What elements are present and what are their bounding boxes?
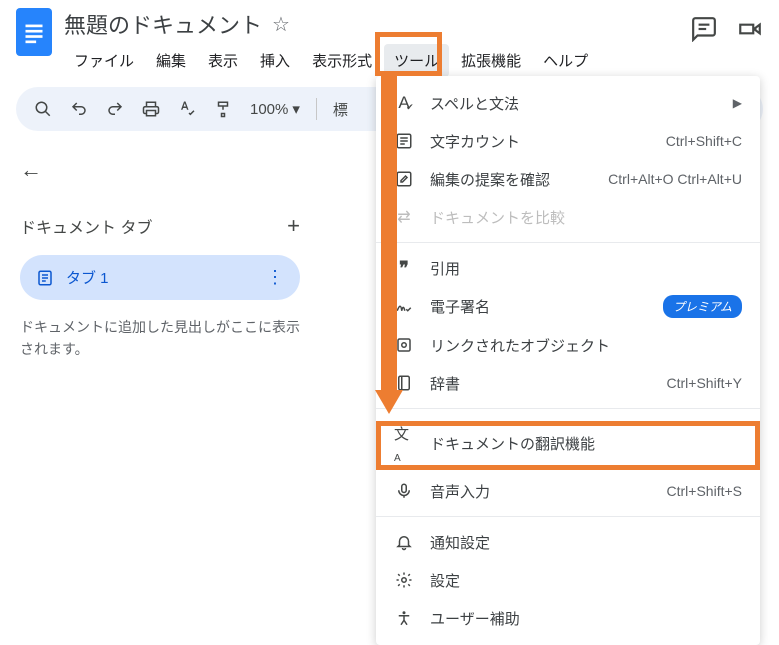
bell-icon: [394, 533, 414, 551]
tab-label: タブ 1: [66, 267, 109, 288]
header: 無題のドキュメント ☆ ファイル 編集 表示 挿入 表示形式 ツール 拡張機能 …: [0, 0, 779, 77]
A-icon: A✔: [394, 93, 414, 113]
dropdown-label: 編集の提案を確認: [430, 169, 592, 190]
paint-format-icon[interactable]: [208, 94, 238, 124]
link-icon: [394, 336, 414, 354]
search-icon[interactable]: [28, 94, 58, 124]
dropdown-item-dict[interactable]: 辞書 Ctrl+Shift+Y: [376, 364, 760, 402]
dict-icon: [394, 374, 414, 392]
tabs-header: ドキュメント タブ +: [20, 213, 300, 239]
dropdown-label: 電子署名: [430, 296, 647, 317]
premium-badge: プレミアム: [663, 295, 742, 318]
list-icon: [394, 132, 414, 150]
print-icon[interactable]: [136, 94, 166, 124]
dropdown-shortcut: Ctrl+Shift+C: [666, 133, 742, 149]
dropdown-item-bell[interactable]: 通知設定: [376, 523, 760, 561]
menu-view[interactable]: 表示: [198, 44, 248, 77]
gear-icon: [394, 571, 414, 589]
spellcheck-icon[interactable]: [172, 94, 202, 124]
dropdown-label: 引用: [430, 258, 742, 279]
tools-dropdown: A✔ スペルと文法 ▶ 文字カウント Ctrl+Shift+C 編集の提案を確認 Ctrl+…: [376, 76, 760, 645]
sidebar: ← ドキュメント タブ + タブ 1 ⋮ ドキュメントに追加した見出しがここに表…: [0, 141, 320, 377]
dropdown-item-edit[interactable]: 編集の提案を確認 Ctrl+Alt+O Ctrl+Alt+U: [376, 160, 760, 198]
dropdown-item-A[interactable]: A✔ スペルと文法 ▶: [376, 84, 760, 122]
dropdown-item-list[interactable]: 文字カウント Ctrl+Shift+C: [376, 122, 760, 160]
dropdown-item-access[interactable]: ユーザー補助: [376, 599, 760, 637]
menu-extensions[interactable]: 拡張機能: [451, 44, 531, 77]
sign-icon: [394, 298, 414, 316]
mic-icon: [394, 482, 414, 500]
dropdown-item-compare: ⇄ ドキュメントを比較: [376, 198, 760, 236]
dropdown-label: リンクされたオブジェクト: [430, 335, 742, 356]
dropdown-item-mic[interactable]: 音声入力 Ctrl+Shift+S: [376, 472, 760, 510]
add-tab-button[interactable]: +: [287, 213, 300, 239]
menu-file[interactable]: ファイル: [64, 44, 144, 77]
dropdown-item-sign[interactable]: 電子署名プレミアム: [376, 287, 760, 326]
tab-more-icon[interactable]: ⋮: [266, 267, 284, 288]
sidebar-hint: ドキュメントに追加した見出しがここに表示されます。: [20, 316, 300, 361]
zoom-select[interactable]: 100% ▾: [244, 100, 306, 118]
dropdown-separator: [376, 242, 760, 243]
chevron-down-icon: ▾: [292, 100, 300, 118]
menubar: ファイル 編集 表示 挿入 表示形式 ツール 拡張機能 ヘルプ: [64, 44, 691, 77]
translate-icon: 文A: [394, 423, 414, 464]
redo-icon[interactable]: [100, 94, 130, 124]
dropdown-label: ユーザー補助: [430, 608, 742, 629]
menu-insert[interactable]: 挿入: [250, 44, 300, 77]
dropdown-label: 辞書: [430, 373, 651, 394]
docs-logo[interactable]: [16, 8, 52, 56]
video-icon[interactable]: [737, 16, 763, 42]
dropdown-shortcut: Ctrl+Shift+Y: [667, 375, 742, 391]
access-icon: [394, 609, 414, 627]
dropdown-item-link[interactable]: リンクされたオブジェクト: [376, 326, 760, 364]
dropdown-label: 通知設定: [430, 532, 742, 553]
menu-tools[interactable]: ツール: [384, 44, 449, 77]
compare-icon: ⇄: [394, 207, 414, 227]
menu-format[interactable]: 表示形式: [302, 44, 382, 77]
dropdown-separator: [376, 408, 760, 409]
tabs-title: ドキュメント タブ: [20, 214, 152, 238]
menu-edit[interactable]: 編集: [146, 44, 196, 77]
edit-icon: [394, 170, 414, 188]
dropdown-item-quote[interactable]: ❞ 引用: [376, 249, 760, 287]
doc-tab-icon: [36, 269, 54, 287]
comment-icon[interactable]: [691, 16, 717, 42]
dropdown-label: 文字カウント: [430, 131, 650, 152]
docs-icon: [21, 15, 47, 49]
quote-icon: ❞: [394, 258, 414, 279]
menu-help[interactable]: ヘルプ: [533, 44, 598, 77]
star-button[interactable]: ☆: [272, 12, 290, 37]
header-actions: [691, 8, 763, 42]
dropdown-label: スペルと文法: [430, 93, 717, 114]
title-area: 無題のドキュメント ☆ ファイル 編集 表示 挿入 表示形式 ツール 拡張機能 …: [64, 8, 691, 77]
dropdown-shortcut: Ctrl+Shift+S: [667, 483, 742, 499]
dropdown-item-gear[interactable]: 設定: [376, 561, 760, 599]
dropdown-shortcut: Ctrl+Alt+O Ctrl+Alt+U: [608, 171, 742, 187]
separator: [316, 98, 317, 120]
dropdown-separator: [376, 516, 760, 517]
dropdown-item-translate[interactable]: 文A ドキュメントの翻訳機能: [376, 415, 760, 472]
tab-item[interactable]: タブ 1 ⋮: [20, 255, 300, 300]
back-button[interactable]: ←: [20, 157, 42, 183]
undo-icon[interactable]: [64, 94, 94, 124]
submenu-arrow-icon: ▶: [733, 96, 742, 110]
dropdown-label: ドキュメントの翻訳機能: [430, 433, 742, 454]
dropdown-label: 設定: [430, 570, 742, 591]
style-select[interactable]: 標: [327, 99, 354, 120]
document-title[interactable]: 無題のドキュメント: [64, 8, 262, 40]
dropdown-label: ドキュメントを比較: [430, 207, 742, 228]
dropdown-label: 音声入力: [430, 481, 651, 502]
